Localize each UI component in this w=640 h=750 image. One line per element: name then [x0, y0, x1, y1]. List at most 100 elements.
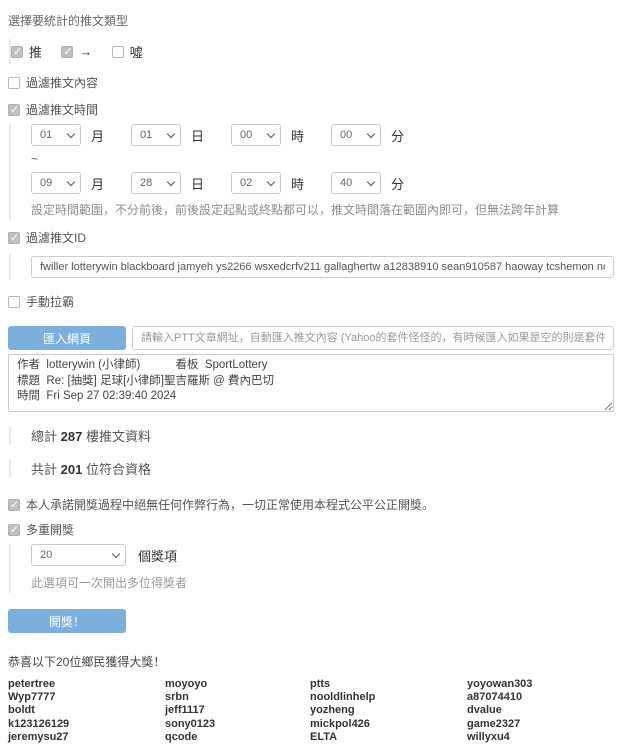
filter-time-row[interactable]: 過濾推文時間: [8, 101, 614, 118]
winner-name: game2327: [467, 718, 614, 731]
day-unit-label: 日: [191, 174, 204, 193]
winner-name: qcode: [165, 731, 310, 744]
qualified-stat: 共計 201 位符合資格: [9, 459, 614, 478]
push-label: 推: [29, 42, 42, 61]
winner-name: jeremysu27: [8, 731, 165, 744]
start-hour-select[interactable]: 00: [231, 124, 281, 146]
page-title: 選擇要統計的推文類型: [8, 12, 614, 29]
chevron-down-icon: [367, 129, 375, 137]
import-webpage-button[interactable]: 匯入網頁: [8, 326, 126, 350]
prize-unit-label: 個獎項: [138, 546, 177, 565]
end-hour-select[interactable]: 02: [231, 172, 281, 194]
multi-draw-checkbox[interactable]: [8, 524, 20, 536]
winner-name: moyoyo: [165, 678, 310, 691]
prize-count-select[interactable]: 20: [31, 544, 126, 566]
chevron-down-icon: [267, 129, 275, 137]
manual-slot-row[interactable]: 手動拉霸: [8, 293, 614, 310]
minute-unit-label: 分: [391, 174, 404, 193]
boo-checkbox[interactable]: [112, 46, 124, 58]
end-month-value: 09: [40, 177, 52, 189]
lottery-tool-page: 選擇要統計的推文類型 推 → 噓 過濾推文內容 過濾推文時間 01 月: [0, 0, 640, 750]
range-tilde: ~: [31, 152, 614, 166]
manual-slot-label: 手動拉霸: [26, 293, 74, 310]
winners-list: petertree Wyp7777 boldt k123126129 jerem…: [8, 678, 614, 744]
total-prefix: 總計: [31, 429, 57, 444]
start-minute-select[interactable]: 00: [331, 124, 381, 146]
start-month-select[interactable]: 01: [31, 124, 81, 146]
ptt-url-input[interactable]: [132, 326, 614, 350]
winners-column: ptts nooldlinhelp yozheng mickpol426 ELT…: [310, 678, 467, 744]
winner-name: Wyp7777: [8, 691, 165, 704]
winner-name: a87074410: [467, 691, 614, 704]
month-unit-label: 月: [91, 126, 104, 145]
prize-count-section: 20 個獎項 此選項可一次開出多位得獎者: [9, 544, 614, 593]
total-suffix: 樓推文資料: [86, 429, 151, 444]
push-type-section: 推 → 噓: [9, 39, 614, 64]
winner-name: srbn: [165, 691, 310, 704]
import-section: 匯入網頁: [8, 326, 614, 350]
arrow-checkbox[interactable]: [61, 46, 73, 58]
id-filter-section: [9, 254, 614, 280]
winners-column: yoyowan303 a87074410 dvalue game2327 wil…: [467, 678, 614, 744]
total-comments-stat: 總計 287 樓推文資料: [9, 426, 614, 445]
chevron-down-icon: [112, 549, 120, 557]
winner-name: boldt: [8, 704, 165, 717]
prize-count-value: 20: [40, 549, 52, 561]
fairness-promise-row[interactable]: 本人承諾開獎過程中絕無任何作弊行為，一切正常使用本程式公平公正開獎。: [8, 496, 614, 513]
winner-name: k123126129: [8, 718, 165, 731]
end-hour-value: 02: [240, 177, 252, 189]
winner-name: nooldlinhelp: [310, 691, 467, 704]
end-month-select[interactable]: 09: [31, 172, 81, 194]
qualified-prefix: 共計: [31, 462, 57, 477]
winner-name: yoyowan303: [467, 678, 614, 691]
chevron-down-icon: [167, 177, 175, 185]
winner-name: jeff1117: [165, 704, 310, 717]
hour-unit-label: 時: [291, 174, 304, 193]
time-end-row: 09 月 28 日 02 時 40 分: [31, 172, 614, 194]
chevron-down-icon: [67, 177, 75, 185]
time-filter-section: 01 月 01 日 00 時 00 分: [9, 124, 614, 220]
draw-button[interactable]: 開獎！: [8, 609, 126, 633]
qualified-value: 201: [61, 462, 83, 477]
start-minute-value: 00: [340, 129, 352, 141]
filter-id-row[interactable]: 過濾推文ID: [8, 229, 614, 246]
filter-content-label: 過濾推文內容: [26, 74, 98, 91]
filter-content-checkbox[interactable]: [8, 77, 20, 89]
filter-time-checkbox[interactable]: [8, 104, 20, 116]
winners-column: moyoyo srbn jeff1117 sony0123 qcode: [165, 678, 310, 744]
start-month-value: 01: [40, 129, 52, 141]
start-hour-value: 00: [240, 129, 252, 141]
multi-draw-label: 多重開獎: [26, 521, 74, 538]
month-unit-label: 月: [91, 174, 104, 193]
article-content-textarea[interactable]: 作者 lotterywin (小律師) 看板 SportLottery 標題 R…: [8, 354, 614, 412]
minute-unit-label: 分: [391, 126, 404, 145]
start-day-select[interactable]: 01: [131, 124, 181, 146]
chevron-down-icon: [367, 177, 375, 185]
chevron-down-icon: [67, 129, 75, 137]
winners-heading: 恭喜以下20位鄉民獲得大獎！: [8, 653, 614, 670]
fairness-promise-label: 本人承諾開獎過程中絕無任何作弊行為，一切正常使用本程式公平公正開獎。: [26, 496, 434, 513]
fairness-promise-checkbox[interactable]: [8, 499, 20, 511]
filter-id-label: 過濾推文ID: [26, 229, 86, 246]
id-filter-input[interactable]: [31, 256, 614, 278]
filter-id-checkbox[interactable]: [8, 232, 20, 244]
push-checkbox[interactable]: [11, 46, 23, 58]
manual-slot-checkbox[interactable]: [8, 296, 20, 308]
push-type-option-push[interactable]: 推: [11, 42, 42, 61]
qualified-suffix: 位符合資格: [86, 462, 151, 477]
winner-name: yozheng: [310, 704, 467, 717]
boo-label: 噓: [130, 42, 143, 61]
filter-content-row[interactable]: 過濾推文內容: [8, 74, 614, 91]
end-minute-select[interactable]: 40: [331, 172, 381, 194]
push-type-option-boo[interactable]: 噓: [112, 42, 143, 61]
total-value: 287: [61, 429, 83, 444]
end-day-select[interactable]: 28: [131, 172, 181, 194]
winner-name: mickpol426: [310, 718, 467, 731]
winner-name: sony0123: [165, 718, 310, 731]
multi-draw-row[interactable]: 多重開獎: [8, 521, 614, 538]
winner-name: dvalue: [467, 704, 614, 717]
push-type-option-arrow[interactable]: →: [61, 44, 92, 59]
time-range-note: 設定時間範圍，不分前後，前後設定起點或終點都可以，推文時間落在範圍內即可，但無法…: [31, 201, 614, 218]
winner-name: ELTA: [310, 731, 467, 744]
time-start-row: 01 月 01 日 00 時 00 分: [31, 124, 614, 146]
